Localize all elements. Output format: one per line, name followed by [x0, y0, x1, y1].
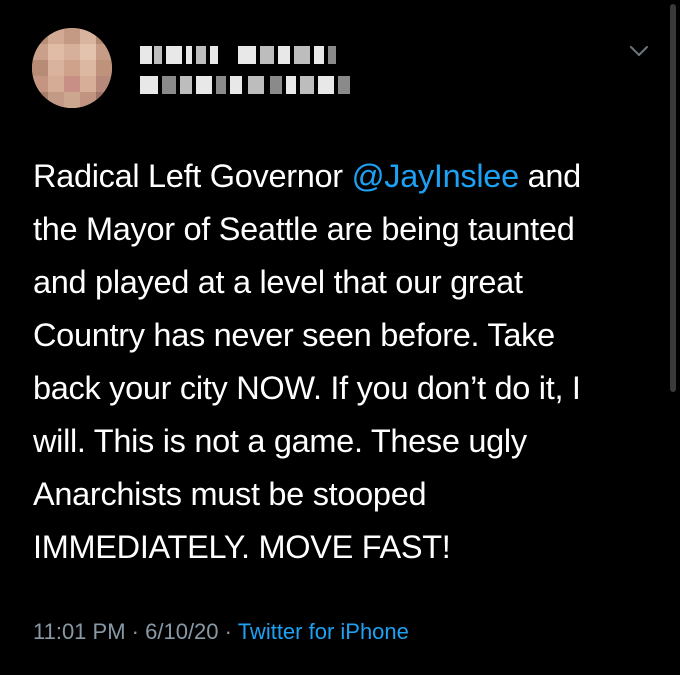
meta-separator: · — [224, 619, 232, 644]
tweet-text-line: and played at a level that our great — [33, 264, 523, 300]
tweet-text-line: Anarchists must be stooped — [33, 476, 427, 512]
tweet-meta: 11:01 PM · 6/10/20 · Twitter for iPhone — [33, 617, 409, 647]
meta-separator: · — [131, 619, 139, 644]
tweet-time[interactable]: 11:01 PM — [33, 619, 126, 644]
mention-link[interactable]: @JayInslee — [352, 158, 520, 194]
tweet-text-line: Country has never seen before. Take — [33, 317, 555, 353]
tweet-source-link[interactable]: Twitter for iPhone — [238, 619, 409, 644]
tweet-text-line: will. This is not a game. These ugly — [33, 423, 527, 459]
tweet-text-line: back your city NOW. If you don’t do it, … — [33, 370, 581, 406]
tweet-card: Radical Left Governor @JayInslee and the… — [0, 0, 680, 675]
tweet-text-line: IMMEDIATELY. MOVE FAST! — [33, 529, 451, 565]
scrollbar[interactable] — [670, 4, 676, 392]
chevron-down-icon[interactable] — [628, 40, 650, 62]
avatar[interactable] — [32, 28, 112, 108]
tweet-text-line: the Mayor of Seattle are being taunted — [33, 211, 575, 247]
tweet-text-line: Radical Left Governor @JayInslee and — [33, 158, 581, 194]
tweet-date[interactable]: 6/10/20 — [145, 619, 218, 644]
tweet-text: Radical Left Governor @JayInslee and the… — [33, 150, 658, 574]
